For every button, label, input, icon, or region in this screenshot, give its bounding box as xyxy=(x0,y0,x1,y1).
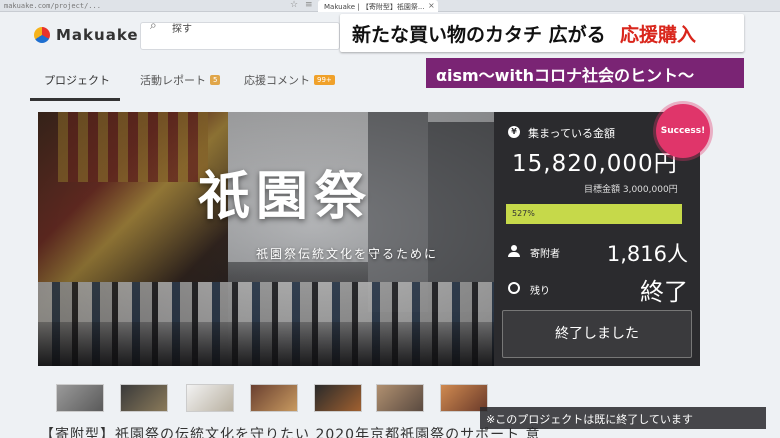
tab-project-label: プロジェクト xyxy=(44,74,110,87)
tab-project[interactable]: プロジェクト xyxy=(44,72,110,88)
progress-bar: 527% xyxy=(506,204,682,224)
tab-support-comments[interactable]: 応援コメント 99+ xyxy=(244,72,335,88)
gallery-thumbnail[interactable] xyxy=(56,384,104,412)
note-caption: ※このプロジェクトは既に終了しています xyxy=(486,413,693,426)
active-tab-indicator xyxy=(30,98,120,101)
raised-amount: 15,820,000円 xyxy=(512,151,678,177)
raised-label: 集まっている金額 xyxy=(528,127,616,140)
address-bar[interactable]: makuake.com/project/... xyxy=(0,0,280,12)
search-input[interactable] xyxy=(140,22,340,50)
project-hero-image[interactable] xyxy=(38,112,494,366)
search-icon[interactable]: ⌕ xyxy=(150,18,157,33)
success-badge: Success! xyxy=(656,104,710,158)
hero-title: 祇園祭 xyxy=(198,166,373,227)
remaining-label: 残り xyxy=(530,286,550,297)
browser-tab[interactable]: Makuake | 【寄附型】祇園祭... xyxy=(318,0,438,12)
project-description-preview: 【寄附型】祇園祭の伝統文化を守りたい 2020年京都祇園祭のサポート 意 xyxy=(40,427,541,438)
project-ended-button[interactable]: 終了しました xyxy=(502,310,692,358)
hero-vignette xyxy=(38,112,494,366)
close-tab-icon[interactable]: × xyxy=(428,1,435,10)
gallery-thumbnail[interactable] xyxy=(376,384,424,412)
logo-text: Makuake xyxy=(56,26,139,44)
thumbnail-strip xyxy=(56,384,496,414)
tab-support-comments-label: 応援コメント xyxy=(244,74,310,87)
backers-label: 寄附者 xyxy=(530,249,560,260)
gallery-thumbnail[interactable] xyxy=(120,384,168,412)
headline-caption-highlight: 応援購入 xyxy=(620,24,697,46)
hero-subtitle: 祇園祭伝統文化を守るために xyxy=(256,247,439,261)
goal-amount: 目標金額 3,000,000円 xyxy=(584,185,678,195)
activity-report-badge: 5 xyxy=(210,75,221,85)
tab-activity-report-label: 活動レポート xyxy=(140,74,206,87)
remaining-value: 終了 xyxy=(640,278,688,306)
search-label: 探す xyxy=(172,24,192,35)
support-comments-badge: 99+ xyxy=(314,75,335,85)
makuake-logo[interactable]: Makuake xyxy=(34,26,139,44)
gallery-thumbnail[interactable] xyxy=(314,384,362,412)
yen-coin-icon: ¥ xyxy=(508,126,520,138)
browser-menu-icon[interactable]: ≡ xyxy=(305,0,313,10)
user-icon xyxy=(508,245,520,257)
browser-chrome: makuake.com/project/... ☆ ≡ Makuake | 【寄… xyxy=(0,0,780,12)
clock-icon xyxy=(508,282,520,294)
headline-caption: 新たな買い物のカタチ 広がる xyxy=(352,24,606,46)
subheadline-caption: αism〜withコロナ社会のヒント〜 xyxy=(436,66,694,85)
bookmark-star-icon[interactable]: ☆ xyxy=(290,0,298,10)
backers-count: 1,816人 xyxy=(606,242,688,266)
gallery-thumbnail[interactable] xyxy=(250,384,298,412)
tab-activity-report[interactable]: 活動レポート 5 xyxy=(140,72,221,88)
logo-mark-icon xyxy=(34,27,50,43)
progress-percent: 527% xyxy=(512,209,535,218)
gallery-thumbnail[interactable] xyxy=(186,384,234,412)
